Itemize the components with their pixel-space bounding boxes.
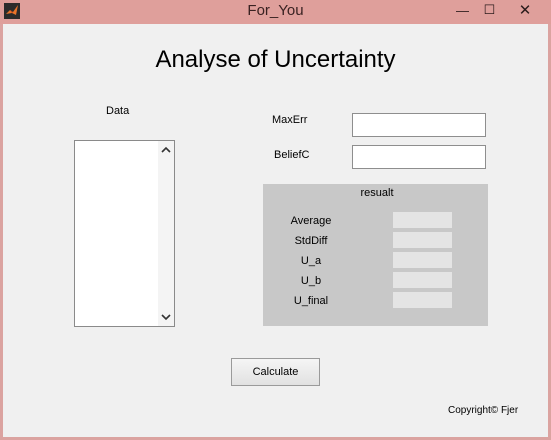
figure-client-area: Analyse of Uncertainty Data MaxErr Belie…: [3, 24, 548, 437]
average-value: [393, 212, 452, 228]
calculate-button[interactable]: Calculate: [231, 358, 320, 386]
beliefc-input[interactable]: [352, 145, 486, 169]
close-button[interactable]: ✕: [503, 0, 547, 20]
close-icon: ✕: [518, 2, 532, 19]
matlab-icon[interactable]: [4, 3, 20, 19]
maximize-button[interactable]: ☐: [476, 0, 503, 20]
beliefc-label: BeliefC: [274, 149, 310, 161]
result-panel-title: resualt: [360, 187, 394, 199]
result-panel: resualt Average StdDiff U_a U_b U_final: [263, 184, 488, 326]
u-final-value: [393, 292, 452, 308]
page-title: Analyse of Uncertainty: [155, 46, 396, 73]
minimize-button[interactable]: —: [449, 0, 476, 20]
stddiff-label: StdDiff: [294, 235, 328, 247]
u-final-label: U_final: [293, 295, 329, 307]
u-b-value: [393, 272, 452, 288]
stddiff-value: [393, 232, 452, 248]
scroll-up-icon[interactable]: [161, 145, 171, 155]
data-listbox[interactable]: [74, 140, 175, 327]
minimize-icon: —: [456, 2, 469, 18]
listbox-scrollbar[interactable]: [158, 141, 174, 326]
scroll-down-icon[interactable]: [161, 312, 171, 322]
u-a-value: [393, 252, 452, 268]
maxerr-input[interactable]: [352, 113, 486, 137]
u-a-label: U_a: [300, 255, 322, 267]
data-label: Data: [106, 105, 130, 117]
maximize-icon: ☐: [483, 2, 496, 17]
title-bar: For_You — ☐ ✕: [0, 0, 551, 24]
u-b-label: U_b: [300, 275, 322, 287]
maxerr-label: MaxErr: [272, 114, 308, 126]
copyright-text: Copyright© Fjer: [448, 405, 519, 416]
average-label: Average: [290, 215, 332, 227]
